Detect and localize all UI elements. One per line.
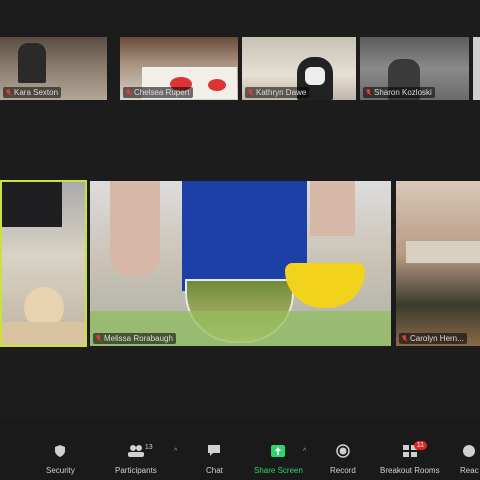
muted-mic-icon: [6, 89, 11, 96]
share-screen-button[interactable]: Share Screen: [254, 444, 303, 475]
record-label: Record: [330, 466, 356, 475]
cutting-board: [2, 322, 85, 345]
participant-name-tag: Chelsea Rupert: [123, 87, 193, 98]
reactions-button[interactable]: Reac: [460, 444, 479, 475]
chat-button[interactable]: Chat: [206, 444, 223, 475]
kitchen-object: [406, 241, 480, 263]
participants-button[interactable]: 13 Participants: [115, 444, 157, 475]
share-screen-icon: [270, 444, 286, 458]
participants-caret-icon[interactable]: ^: [174, 448, 177, 455]
shield-icon: [52, 444, 68, 458]
video-tile[interactable]: Kara Sexton: [0, 37, 107, 100]
person-torso: [2, 182, 62, 227]
participant-name: Carolyn Hern...: [410, 334, 464, 343]
share-screen-caret-icon[interactable]: ^: [303, 448, 306, 455]
security-label: Security: [46, 466, 75, 475]
video-tile[interactable]: Carolyn Hern...: [396, 181, 480, 346]
participants-label: Participants: [115, 466, 157, 475]
participants-count: 13: [144, 444, 153, 451]
participant-name-tag: Carolyn Hern...: [399, 333, 467, 344]
participant-name: Kara Sexton: [14, 88, 59, 97]
red-burner: [208, 79, 226, 91]
right-arm: [310, 181, 355, 236]
participant-name: Chelsea Rupert: [134, 88, 190, 97]
participant-name: Kathryn Dawe: [256, 88, 307, 97]
participant-name: Melissa Rorabaugh: [104, 334, 173, 343]
participant-name-tag: Melissa Rorabaugh: [93, 333, 176, 344]
left-arm: [110, 181, 160, 276]
muted-mic-icon: [366, 89, 371, 96]
participant-face-mask: [305, 67, 325, 85]
breakout-rooms-label: Breakout Rooms: [380, 466, 440, 475]
active-speaker-video-tile[interactable]: [0, 180, 87, 347]
security-button[interactable]: Security: [46, 444, 75, 475]
video-tile[interactable]: Melissa Rorabaugh: [90, 181, 391, 346]
muted-mic-icon: [402, 335, 407, 342]
chat-icon: [206, 444, 222, 458]
participant-name-tag: Kara Sexton: [3, 87, 62, 98]
reactions-icon: [461, 444, 477, 458]
participant-figure: [18, 43, 46, 83]
video-gallery: Kara Sexton Chelsea Rupert Kathryn Dawe …: [0, 0, 480, 420]
participant-name: Sharon Kozloski: [374, 88, 432, 97]
muted-mic-icon: [248, 89, 253, 96]
meeting-toolbar: Security 13 Participants ^ Chat Share Sc…: [0, 440, 480, 480]
record-icon: [335, 444, 351, 458]
share-screen-label: Share Screen: [254, 466, 303, 475]
muted-mic-icon: [126, 89, 131, 96]
chat-label: Chat: [206, 466, 223, 475]
breakout-rooms-icon: 11: [402, 441, 428, 458]
video-tile[interactable]: Chelsea Rupert: [120, 37, 238, 100]
breakout-rooms-badge: 11: [413, 441, 428, 450]
video-tile-partial[interactable]: [473, 37, 480, 100]
video-tile[interactable]: Kathryn Dawe: [242, 37, 356, 100]
reactions-label: Reac: [460, 466, 479, 475]
yellow-bowl: [285, 263, 365, 308]
participants-icon: 13: [127, 444, 153, 458]
muted-mic-icon: [96, 335, 101, 342]
breakout-rooms-button[interactable]: 11 Breakout Rooms: [380, 441, 440, 475]
participant-name-tag: Kathryn Dawe: [245, 87, 310, 98]
participant-name-tag: Sharon Kozloski: [363, 87, 435, 98]
video-tile[interactable]: Sharon Kozloski: [360, 37, 469, 100]
record-button[interactable]: Record: [330, 444, 356, 475]
